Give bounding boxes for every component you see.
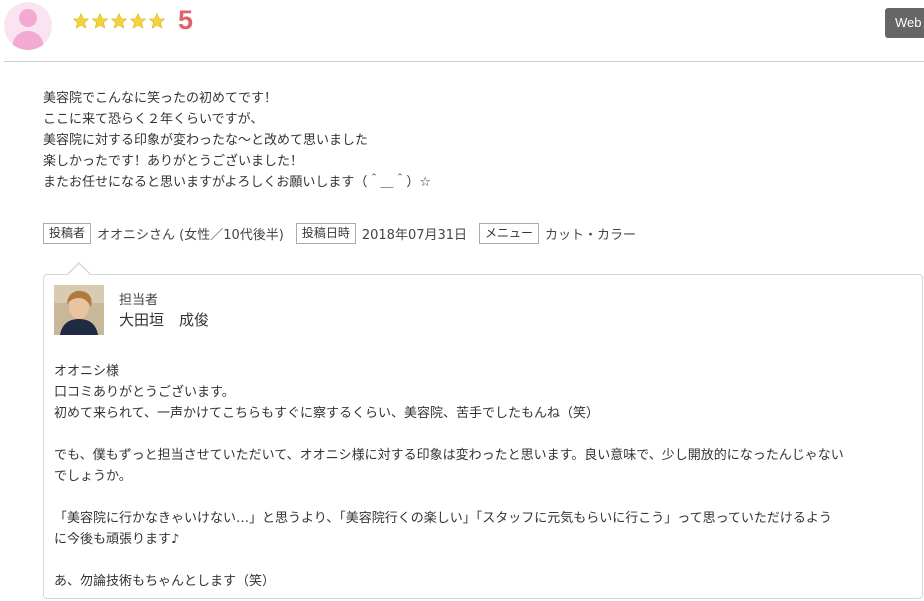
reply-blank-line [54,424,914,445]
date-tag: 投稿日時 [295,222,356,244]
review-line: 楽しかったです！ありがとうございました！ [43,154,304,169]
reply-line: 口コミありがとうございます。 [54,385,235,400]
star-icon [72,12,90,29]
reply-line: 「美容院に行かなきゃいけない…」と思うより、「美容院行くの楽しい」「スタッフに元… [54,511,832,526]
review-line: 美容院に対する印象が変わったな～と改めて思いました [43,133,369,148]
star-icon [129,12,147,29]
reply-line: でも、僕もずっと担当させていただいて、オオニシ様に対する印象は変わったと思います… [54,448,844,463]
web-booking-button[interactable]: Web [885,8,924,38]
reply-line: 初めて来られて、一声かけてこちらもすぐに察するくらい、美容院、苦手でしたもんね（… [54,406,599,421]
staff-role-label: 担当者 [119,293,159,308]
reply-blank-line [54,487,914,508]
reply-line: オオニシ様 [54,364,120,379]
menu-tag: メニュー [479,222,540,244]
reply-text: オオニシ様 口コミありがとうございます。 初めて来られて、一声かけてこちらもすぐ… [54,361,914,592]
review-text: 美容院でこんなに笑ったの初めてです！ ここに来て恐らく２年くらいですが、 美容院… [43,88,903,193]
review-line: 美容院でこんなに笑ったの初めてです！ [43,91,278,106]
menu-value: カット・カラー [545,227,637,243]
star-icon [110,12,128,29]
staff-name: 大田垣 成俊 [119,311,210,329]
review-meta: 投稿者 オオニシさん (女性／10代後半) 投稿日時 2018年07月31日 メ… [43,222,648,244]
star-icon [91,12,109,29]
reply-line: に今後も頑張ります♪ [54,532,180,547]
user-avatar [4,2,52,50]
reply-pointer-fill [68,264,90,275]
poster-tag: 投稿者 [43,222,92,244]
poster-value: オオニシさん (女性／10代後半) [97,227,284,243]
header-divider [4,61,924,62]
review-line: ここに来て恐らく２年くらいですが、 [43,112,264,127]
reply-line: あ、勿論技術もちゃんとします（笑） [54,574,276,589]
staff-portrait-image [54,285,104,335]
staff-photo [54,285,104,335]
staff-reply-box: 担当者 大田垣 成俊 オオニシ様 口コミありがとうございます。 初めて来られて、… [43,274,923,599]
star-icon [148,12,166,29]
rating-score: 5 [178,5,194,35]
review-line: またお任せになると思いますがよろしくお願いします（＾＿＾）☆ [43,175,432,190]
user-silhouette-icon [12,9,44,50]
date-value: 2018年07月31日 [361,227,468,243]
reply-blank-line [54,550,914,571]
rating-stars [72,12,166,34]
reply-line: でしょうか。 [54,469,132,484]
